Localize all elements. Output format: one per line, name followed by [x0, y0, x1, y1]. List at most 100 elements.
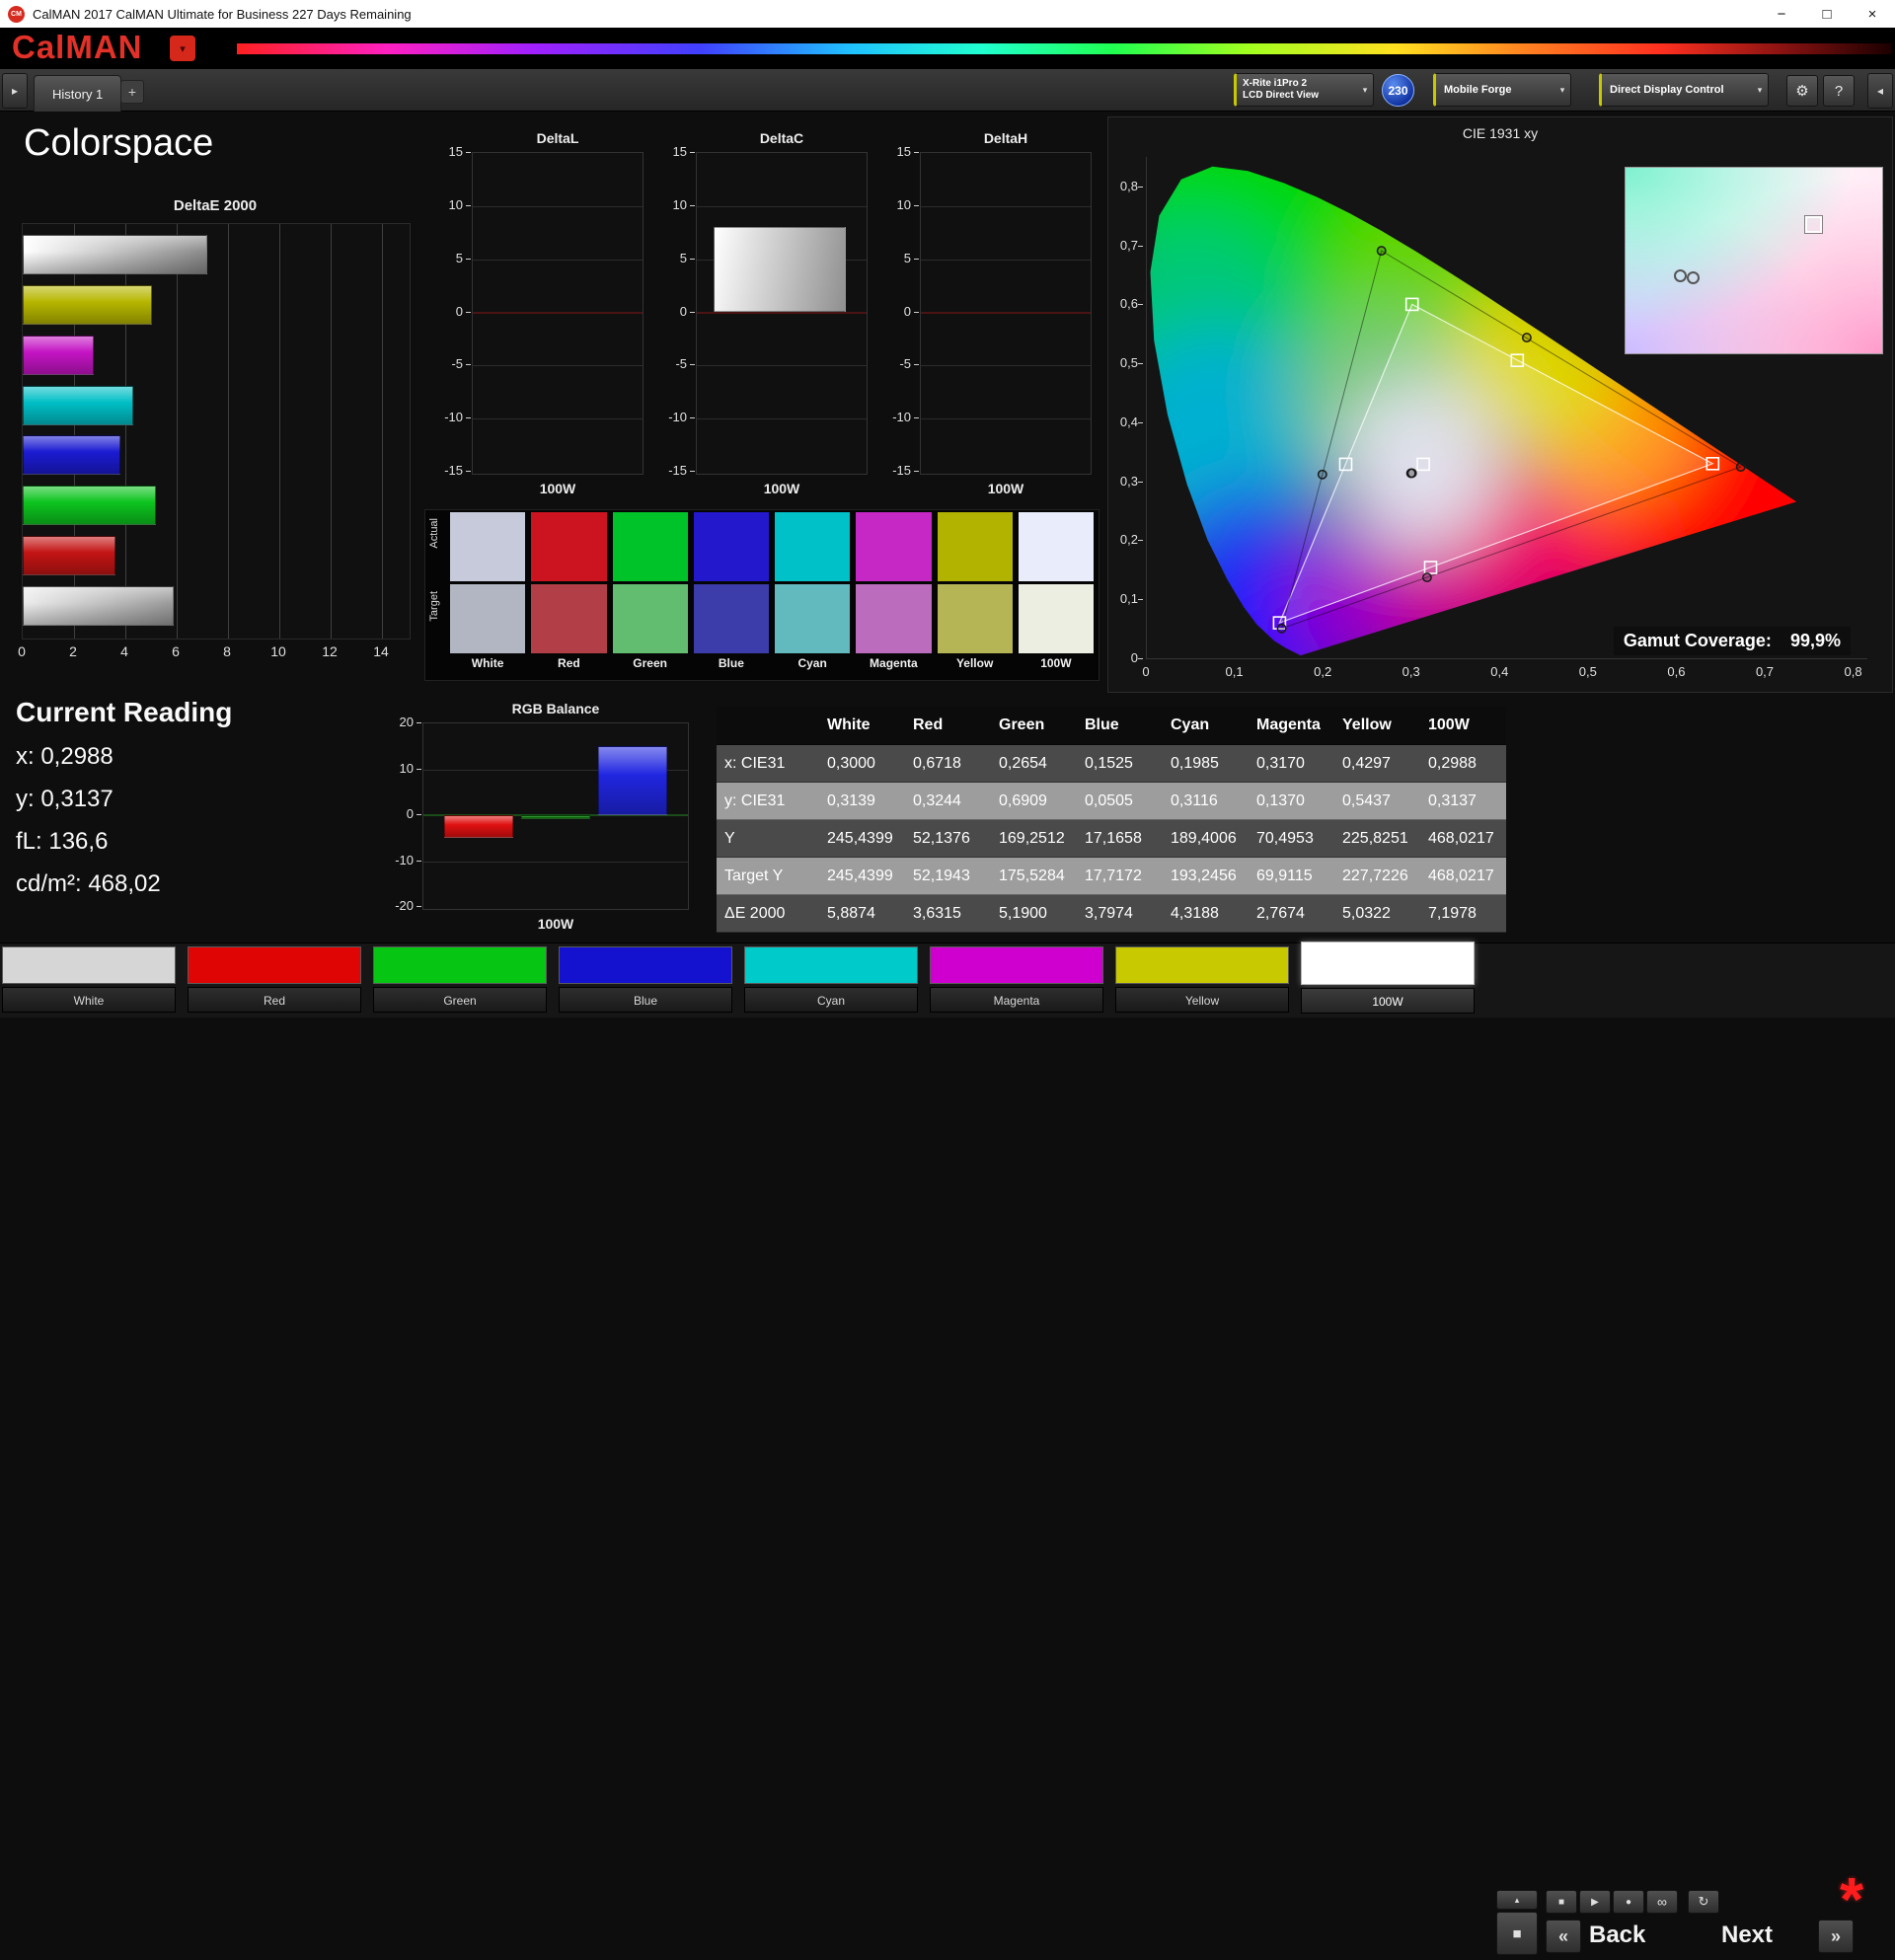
table-cell: 7,1978: [1428, 904, 1477, 922]
patch-yellow[interactable]: Yellow: [1115, 943, 1289, 1014]
cie-chromaticity-panel: CIE 1931 xy 0,8 0,7 0,6 0,5 0,4 0,3 0,2 0,1 0 00…: [1107, 116, 1893, 693]
tick-mark: [914, 152, 919, 153]
tick-mark: [690, 417, 695, 419]
swatch-label: Cyan: [797, 656, 827, 670]
tick-mark: [466, 152, 471, 153]
source-dropdown[interactable]: Mobile Forge ▾: [1433, 73, 1571, 107]
y-tick-label: 0,2: [1119, 532, 1138, 548]
patch-green[interactable]: Green: [373, 943, 547, 1014]
back-button[interactable]: Back: [1589, 1922, 1645, 1949]
y-axis: 0,8 0,7 0,6 0,5 0,4 0,3 0,2 0,1 0: [1108, 157, 1144, 665]
tick-mark: [690, 364, 695, 366]
minimize-icon[interactable]: −: [1759, 0, 1804, 28]
plot-area: [472, 152, 644, 475]
maximize-icon[interactable]: □: [1804, 0, 1850, 28]
bar-green: [521, 815, 590, 819]
table-cell: 0,2988: [1428, 754, 1477, 772]
x-tick-label: 14: [373, 643, 389, 659]
stop-button[interactable]: ■: [1546, 1890, 1577, 1914]
close-icon[interactable]: ×: [1850, 0, 1895, 28]
chevron-down-icon: ▾: [180, 42, 186, 55]
measured-marker-green: [1376, 246, 1387, 257]
display-control-name: Direct Display Control: [1610, 84, 1724, 96]
tick-mark: [466, 311, 471, 313]
expand-left-panel-button[interactable]: ▸: [2, 73, 28, 109]
swatch-actual-green: [612, 512, 688, 581]
swatch-target-green: [612, 584, 688, 653]
expand-right-panel-button[interactable]: ◂: [1867, 73, 1893, 109]
whitepoint-zoom-inset: [1625, 167, 1883, 354]
table-cell: 193,2456: [1171, 867, 1237, 884]
chevron-down-icon: ▾: [1757, 84, 1763, 95]
gridline: [473, 418, 643, 420]
table-header-row: White Red Green Blue Cyan Magenta Yellow 100W: [717, 707, 1506, 745]
table-cell: 175,5284: [999, 867, 1065, 884]
logo-menu-button[interactable]: ▾: [170, 36, 195, 61]
patch-red[interactable]: Red: [188, 943, 361, 1014]
swatch-target-red: [531, 584, 607, 653]
table-header-cell: White: [827, 716, 871, 733]
swatch-label: Yellow: [955, 656, 994, 670]
table-cell: 3,6315: [913, 904, 961, 922]
next-button[interactable]: Next: [1721, 1922, 1773, 1949]
patch-label: Yellow: [1115, 987, 1289, 1013]
expand-left-icon: ◂: [1876, 84, 1884, 98]
settings-button[interactable]: ⚙: [1786, 75, 1818, 107]
deltae-bar-cyan: [23, 385, 134, 425]
patch-cyan[interactable]: Cyan: [744, 943, 918, 1014]
continuous-read-button[interactable]: ∞: [1646, 1890, 1678, 1914]
chevron-left-icon: «: [1557, 1925, 1568, 1946]
table-cell: 0,1985: [1171, 754, 1219, 772]
tick-mark: [417, 860, 421, 862]
tick-mark: [690, 471, 695, 472]
tick-mark: [914, 204, 919, 206]
meter-dropdown[interactable]: X-Rite i1Pro 2 LCD Direct View ▾: [1234, 73, 1374, 107]
x-tick-label: 0,7: [1755, 664, 1775, 679]
table-cell: 52,1376: [913, 829, 970, 847]
refresh-button[interactable]: ↻: [1688, 1890, 1719, 1914]
back-arrow-button[interactable]: «: [1546, 1920, 1581, 1953]
tick-mark: [1138, 481, 1143, 483]
actual-row-label: Actual: [428, 518, 440, 549]
gridline: [697, 365, 867, 367]
table-header-cell: Magenta: [1256, 716, 1321, 733]
y-tick-label: 0: [903, 303, 911, 319]
table-cell: 189,4006: [1171, 829, 1237, 847]
y-tick-label: -5: [899, 356, 911, 372]
table-header-cell: Cyan: [1171, 716, 1210, 733]
help-button[interactable]: ?: [1823, 75, 1855, 107]
tab-history-1[interactable]: History 1: [34, 75, 122, 112]
y-tick-label: -5: [451, 356, 463, 372]
gamut-coverage-label: Gamut Coverage:: [1623, 631, 1772, 650]
tick-mark: [1138, 540, 1143, 542]
table-cell: 225,8251: [1342, 829, 1408, 847]
y-tick-label: -10: [668, 410, 687, 425]
gridline: [382, 224, 383, 639]
swatch-label: Green: [633, 656, 667, 670]
gridline: [697, 205, 867, 207]
x-tick-label: 0,4: [1490, 664, 1509, 679]
table-cell: 0,1525: [1085, 754, 1133, 772]
table-header-cell: 100W: [1428, 716, 1470, 733]
meter-reading-badge[interactable]: 230: [1382, 74, 1414, 107]
patch-white[interactable]: White: [2, 943, 176, 1014]
y-tick-label: 0,3: [1119, 473, 1138, 489]
display-control-dropdown[interactable]: Direct Display Control ▾: [1599, 73, 1769, 107]
patch-100w[interactable]: 100W: [1301, 942, 1475, 1014]
add-tab-button[interactable]: +: [120, 80, 144, 104]
row-label-cell: y: CIE31: [724, 792, 786, 809]
patch-magenta[interactable]: Magenta: [930, 943, 1103, 1014]
patch-color-swatch: [1301, 942, 1475, 985]
y-tick-label: -15: [444, 463, 463, 478]
row-label-cell: Y: [724, 829, 735, 847]
play-button[interactable]: ▶: [1579, 1890, 1611, 1914]
read-single-button[interactable]: ●: [1613, 1890, 1644, 1914]
y-tick-label: 0,1: [1119, 591, 1138, 607]
collapse-panel-button[interactable]: ▴: [1496, 1890, 1538, 1910]
table-cell: 69,9115: [1256, 867, 1313, 884]
tick-mark: [1138, 599, 1143, 601]
window-titlebar: CM CalMAN 2017 CalMAN Ultimate for Busin…: [0, 0, 1895, 28]
zero-line: [921, 311, 1091, 314]
stop-measurement-button[interactable]: ■: [1496, 1912, 1538, 1955]
patch-blue[interactable]: Blue: [559, 943, 732, 1014]
